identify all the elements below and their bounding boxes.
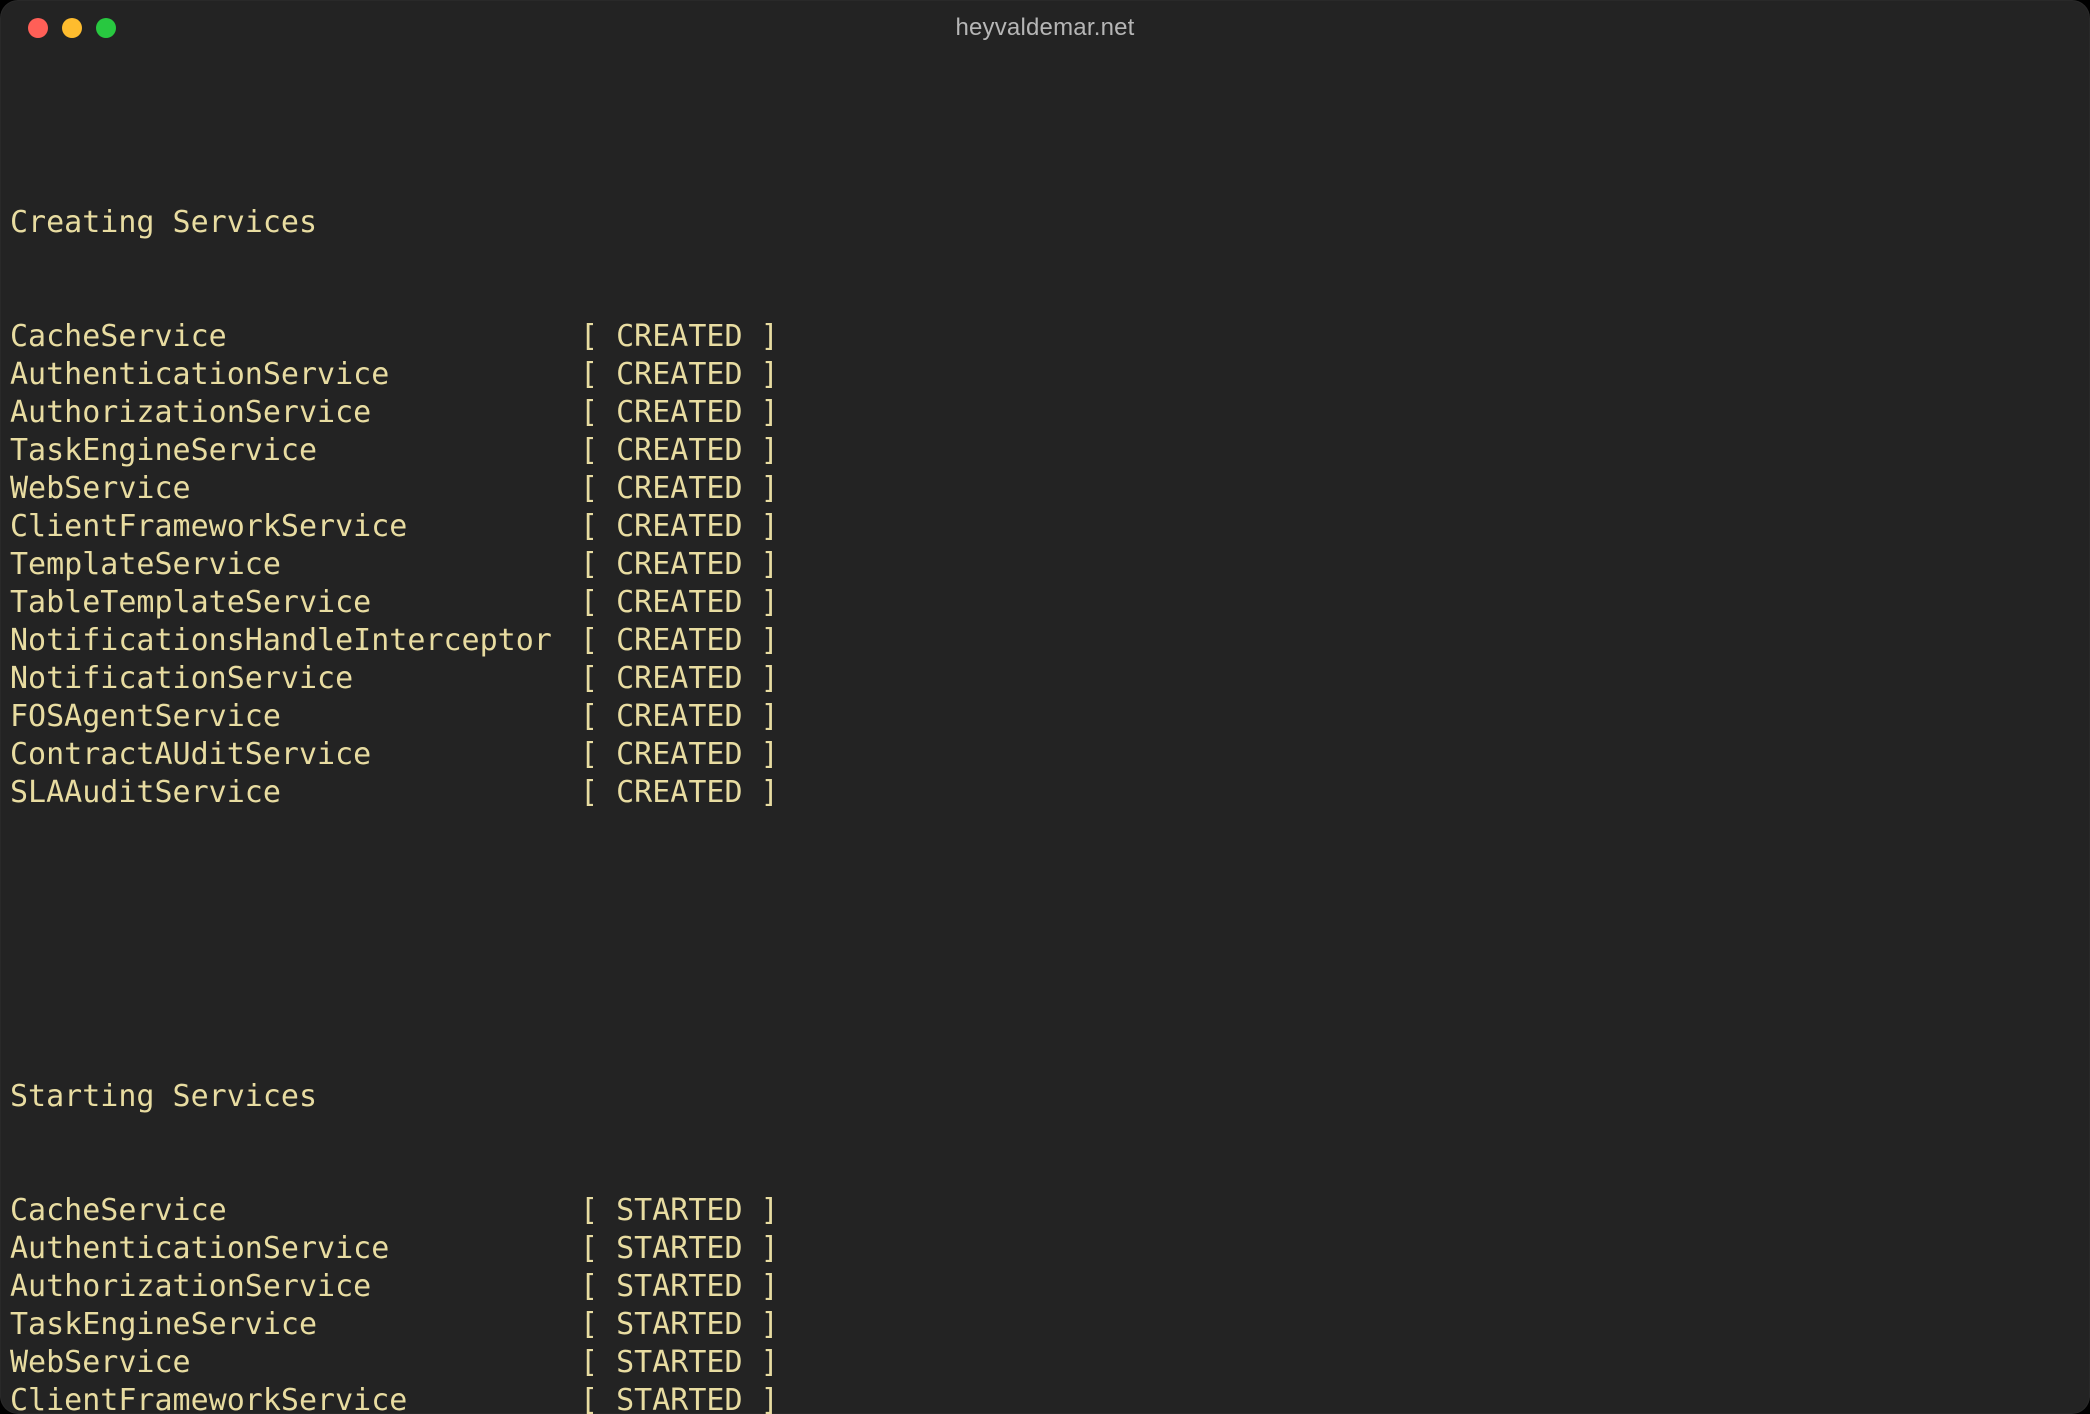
service-row: ClientFrameworkService[ STARTED ] bbox=[10, 1382, 2080, 1414]
service-row: NotificationService[ CREATED ] bbox=[10, 660, 2080, 698]
service-name: WebService bbox=[10, 1344, 580, 1382]
service-status: [ CREATED ] bbox=[580, 698, 779, 736]
service-row: NotificationsHandleInterceptor[ CREATED … bbox=[10, 622, 2080, 660]
service-name: CacheService bbox=[10, 318, 580, 356]
service-row: WebService[ STARTED ] bbox=[10, 1344, 2080, 1382]
service-status: [ STARTED ] bbox=[580, 1306, 779, 1344]
service-status: [ CREATED ] bbox=[580, 470, 779, 508]
service-name: TableTemplateService bbox=[10, 584, 580, 622]
zoom-icon[interactable] bbox=[96, 18, 116, 38]
service-status: [ CREATED ] bbox=[580, 508, 779, 546]
service-status: [ CREATED ] bbox=[580, 432, 779, 470]
service-row: AuthorizationService[ CREATED ] bbox=[10, 394, 2080, 432]
service-name: NotificationsHandleInterceptor bbox=[10, 622, 580, 660]
service-row: ClientFrameworkService[ CREATED ] bbox=[10, 508, 2080, 546]
service-name: ClientFrameworkService bbox=[10, 1382, 580, 1414]
terminal-window: heyvaldemar.net Creating Services CacheS… bbox=[0, 0, 2090, 1414]
service-status: [ CREATED ] bbox=[580, 622, 779, 660]
service-name: AuthenticationService bbox=[10, 356, 580, 394]
service-status: [ CREATED ] bbox=[580, 318, 779, 356]
service-list-creating: CacheService[ CREATED ]AuthenticationSer… bbox=[10, 318, 2080, 812]
service-row: AuthenticationService[ STARTED ] bbox=[10, 1230, 2080, 1268]
service-name: AuthorizationService bbox=[10, 1268, 580, 1306]
service-name: TaskEngineService bbox=[10, 432, 580, 470]
service-status: [ CREATED ] bbox=[580, 546, 779, 584]
close-icon[interactable] bbox=[28, 18, 48, 38]
service-status: [ STARTED ] bbox=[580, 1192, 779, 1230]
service-row: AuthenticationService[ CREATED ] bbox=[10, 356, 2080, 394]
service-name: TemplateService bbox=[10, 546, 580, 584]
traffic-lights bbox=[28, 18, 116, 38]
service-status: [ CREATED ] bbox=[580, 774, 779, 812]
blank-line bbox=[10, 926, 2080, 964]
service-row: CacheService[ CREATED ] bbox=[10, 318, 2080, 356]
service-row: WebService[ CREATED ] bbox=[10, 470, 2080, 508]
heading-starting: Starting Services bbox=[10, 1078, 2080, 1116]
service-row: SLAAuditService[ CREATED ] bbox=[10, 774, 2080, 812]
service-name: ClientFrameworkService bbox=[10, 508, 580, 546]
service-name: FOSAgentService bbox=[10, 698, 580, 736]
service-status: [ CREATED ] bbox=[580, 660, 779, 698]
service-row: AuthorizationService[ STARTED ] bbox=[10, 1268, 2080, 1306]
service-name: AuthorizationService bbox=[10, 394, 580, 432]
service-list-starting: CacheService[ STARTED ]AuthenticationSer… bbox=[10, 1192, 2080, 1414]
service-status: [ CREATED ] bbox=[580, 356, 779, 394]
minimize-icon[interactable] bbox=[62, 18, 82, 38]
titlebar: heyvaldemar.net bbox=[0, 0, 2090, 56]
service-status: [ CREATED ] bbox=[580, 394, 779, 432]
service-row: TaskEngineService[ CREATED ] bbox=[10, 432, 2080, 470]
service-name: WebService bbox=[10, 470, 580, 508]
service-status: [ STARTED ] bbox=[580, 1230, 779, 1268]
heading-creating: Creating Services bbox=[10, 204, 2080, 242]
service-row: TemplateService[ CREATED ] bbox=[10, 546, 2080, 584]
service-row: TaskEngineService[ STARTED ] bbox=[10, 1306, 2080, 1344]
service-row: FOSAgentService[ CREATED ] bbox=[10, 698, 2080, 736]
service-status: [ STARTED ] bbox=[580, 1268, 779, 1306]
service-name: TaskEngineService bbox=[10, 1306, 580, 1344]
service-name: AuthenticationService bbox=[10, 1230, 580, 1268]
service-row: CacheService[ STARTED ] bbox=[10, 1192, 2080, 1230]
service-row: TableTemplateService[ CREATED ] bbox=[10, 584, 2080, 622]
service-status: [ STARTED ] bbox=[580, 1382, 779, 1414]
service-name: NotificationService bbox=[10, 660, 580, 698]
service-name: SLAAuditService bbox=[10, 774, 580, 812]
service-name: CacheService bbox=[10, 1192, 580, 1230]
service-status: [ CREATED ] bbox=[580, 736, 779, 774]
service-name: ContractAUditService bbox=[10, 736, 580, 774]
terminal-output[interactable]: Creating Services CacheService[ CREATED … bbox=[0, 56, 2090, 1414]
service-status: [ STARTED ] bbox=[580, 1344, 779, 1382]
service-status: [ CREATED ] bbox=[580, 584, 779, 622]
window-title: heyvaldemar.net bbox=[0, 14, 2090, 42]
service-row: ContractAUditService[ CREATED ] bbox=[10, 736, 2080, 774]
